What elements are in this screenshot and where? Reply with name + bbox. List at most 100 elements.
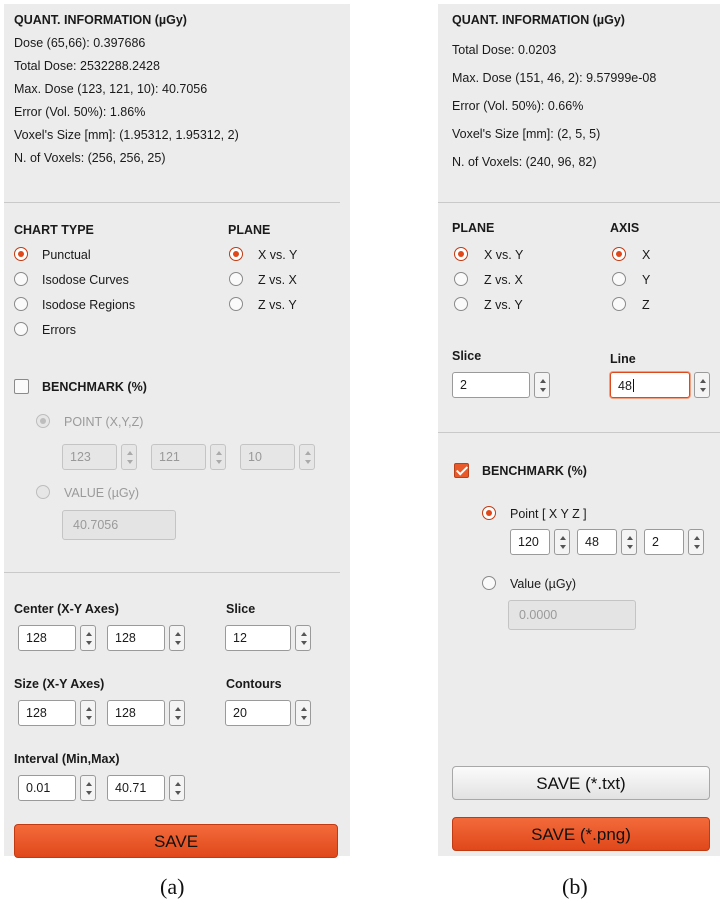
benchmark-value-field[interactable]: 40.7056 [62,510,176,540]
contours-spinbox[interactable]: 20 [225,700,311,726]
text-caret [632,379,634,392]
spin-arrows[interactable] [121,444,137,470]
benchmark-point-y-spinbox[interactable]: 121 [151,444,226,470]
spin-arrows[interactable] [621,529,637,555]
radio-axis-y[interactable] [612,272,626,286]
benchmark-value-field[interactable]: 0.0000 [508,600,636,630]
spin-arrows[interactable] [169,700,185,726]
field-value: 40.7056 [73,518,119,532]
info-line-total-dose: Total Dose: 2532288.2428 [14,59,160,73]
radio-isodose-curves[interactable] [14,272,28,286]
benchmark-point-z-spinbox[interactable]: 10 [240,444,315,470]
radio-plane-zy[interactable] [454,297,468,311]
radio-punctual[interactable] [14,247,28,261]
size-y-spinbox[interactable]: 128 [107,700,185,726]
quant-info-title: QUANT. INFORMATION (µGy) [14,13,187,27]
radio-axis-x[interactable] [612,247,626,261]
radio-plane-zx[interactable] [229,272,243,286]
spin-arrows[interactable] [299,444,315,470]
plane-title: PLANE [452,221,495,235]
size-x-spinbox[interactable]: 128 [18,700,96,726]
radio-benchmark-point[interactable] [482,506,496,520]
benchmark-value-label: Value (µGy) [510,577,577,591]
radio-plane-zx[interactable] [454,272,468,286]
benchmark-point-x-spinbox[interactable]: 123 [62,444,137,470]
spin-arrows[interactable] [80,700,96,726]
line-spinbox[interactable]: 48 [610,372,710,398]
radio-label-axis-x: X [642,248,651,262]
info-line-voxel-count: N. of Voxels: (240, 96, 82) [452,155,597,169]
spin-arrows[interactable] [688,529,704,555]
caption-a: (a) [160,874,185,899]
interval-label: Interval (Min,Max) [14,752,120,766]
spin-arrows[interactable] [295,625,311,651]
benchmark-point-z-spinbox[interactable]: 2 [644,529,704,555]
radio-label-plane-zx: Z vs. X [484,273,523,287]
spin-value: 128 [26,631,47,645]
spin-arrows[interactable] [554,529,570,555]
spin-arrows[interactable] [169,775,185,801]
spin-value: 128 [26,706,47,720]
benchmark-point-x-spinbox[interactable]: 120 [510,529,570,555]
benchmark-point-label: Point [ X Y Z ] [510,507,587,521]
spin-value: 48 [585,535,599,549]
benchmark-label: BENCHMARK (%) [482,464,587,478]
save-txt-button-label: SAVE (*.txt) [536,774,626,793]
radio-label-plane-xy: X vs. Y [258,248,298,262]
interval-min-spinbox[interactable]: 0.01 [18,775,96,801]
axis-title: AXIS [610,221,640,235]
save-txt-button[interactable]: SAVE (*.txt) [452,766,710,800]
radio-plane-xy[interactable] [454,247,468,261]
radio-plane-zy[interactable] [229,297,243,311]
spin-value: 12 [233,631,247,645]
spin-value: 20 [233,706,247,720]
spin-arrows[interactable] [295,700,311,726]
divider [438,202,720,203]
spin-arrows[interactable] [80,775,96,801]
center-x-spinbox[interactable]: 128 [18,625,96,651]
benchmark-point-y-spinbox[interactable]: 48 [577,529,637,555]
radio-benchmark-value[interactable] [482,576,496,590]
spin-arrows[interactable] [210,444,226,470]
spin-value: 120 [518,535,539,549]
spin-arrows[interactable] [694,372,710,398]
spin-value: 10 [248,450,262,464]
radio-label-punctual: Punctual [42,248,91,262]
info-line-max-dose: Max. Dose (123, 121, 10): 40.7056 [14,82,208,96]
save-png-button-label: SAVE (*.png) [531,825,631,844]
interval-max-spinbox[interactable]: 40.71 [107,775,185,801]
radio-axis-z[interactable] [612,297,626,311]
save-button[interactable]: SAVE [14,824,338,858]
plane-title: PLANE [228,223,271,237]
slice-spinbox[interactable]: 12 [225,625,311,651]
benchmark-checkbox[interactable] [14,379,29,394]
radio-label-plane-zy: Z vs. Y [258,298,297,312]
quant-info-title: QUANT. INFORMATION (µGy) [452,13,625,27]
info-line-total-dose: Total Dose: 0.0203 [452,43,557,57]
benchmark-checkbox[interactable] [454,463,469,478]
spin-arrows[interactable] [534,372,550,398]
spin-value: 2 [652,535,659,549]
spin-value: 123 [70,450,91,464]
save-png-button[interactable]: SAVE (*.png) [452,817,710,851]
slice-spinbox[interactable]: 2 [452,372,550,398]
contours-label: Contours [226,677,282,691]
radio-label-isodose-curves: Isodose Curves [42,273,129,287]
radio-label-isodose-regions: Isodose Regions [42,298,136,312]
info-line-error: Error (Vol. 50%): 0.66% [452,99,584,113]
radio-plane-xy[interactable] [229,247,243,261]
info-line-voxel-count: N. of Voxels: (256, 256, 25) [14,151,166,165]
info-line-voxel-size: Voxel's Size [mm]: (2, 5, 5) [452,127,601,141]
size-label: Size (X-Y Axes) [14,677,105,691]
save-button-label: SAVE [153,832,199,851]
spin-arrows[interactable] [169,625,185,651]
spin-arrows[interactable] [80,625,96,651]
radio-isodose-regions[interactable] [14,297,28,311]
center-y-spinbox[interactable]: 128 [107,625,185,651]
spin-value-text: 48 [618,379,632,393]
field-value: 0.0000 [519,608,558,622]
radio-errors[interactable] [14,322,28,336]
spin-value: 128 [115,706,136,720]
radio-benchmark-point[interactable] [36,414,50,428]
radio-benchmark-value[interactable] [36,485,50,499]
